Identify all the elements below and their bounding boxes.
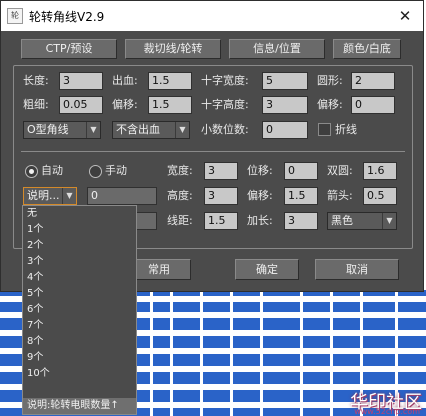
- note-select[interactable]: 说明... ▼: [23, 187, 77, 205]
- chevron-down-icon: ▼: [382, 213, 396, 229]
- line-spacing-label: 线距:: [167, 214, 193, 227]
- width-field[interactable]: 3: [204, 162, 238, 180]
- chevron-down-icon: ▼: [62, 188, 76, 204]
- circle-label: 圆形:: [317, 74, 343, 87]
- bleed-mode-select[interactable]: 不含出血 ▼: [112, 121, 190, 139]
- dropdown-item[interactable]: 2个: [27, 238, 43, 254]
- auto-label: 自动: [41, 164, 63, 177]
- height-field[interactable]: 3: [204, 187, 238, 205]
- bleed-field[interactable]: 1.5: [148, 72, 192, 90]
- offset-label: 偏移:: [112, 98, 138, 111]
- decimals-label: 小数位数:: [201, 123, 249, 136]
- manual-radio[interactable]: [89, 165, 102, 178]
- double-circle-field[interactable]: 1.6: [363, 162, 397, 180]
- tab-cutline-rotation[interactable]: 裁切线/轮转: [125, 39, 221, 59]
- fold-line-label: 折线: [335, 123, 357, 136]
- arrow-field[interactable]: 0.5: [363, 187, 397, 205]
- chevron-down-icon: ▼: [175, 122, 189, 138]
- mode-offset-label: 偏移:: [247, 189, 273, 202]
- dropdown-item[interactable]: 无: [27, 206, 37, 222]
- dropdown-item[interactable]: 1个: [27, 222, 43, 238]
- dropdown-item[interactable]: 9个: [27, 350, 43, 366]
- extend-field[interactable]: 3: [284, 212, 318, 230]
- arrow-label: 箭头:: [327, 189, 353, 202]
- auto-radio[interactable]: [25, 165, 38, 178]
- dropdown-item[interactable]: 5个: [27, 286, 43, 302]
- cross-height-label: 十字高度:: [201, 98, 249, 111]
- shift-field[interactable]: 0: [284, 162, 318, 180]
- tab-ctp-preset[interactable]: CTP/预设: [21, 39, 117, 59]
- dropdown-item[interactable]: 7个: [27, 318, 43, 334]
- decimals-field[interactable]: 0: [262, 121, 308, 139]
- bleed-mode-value: 不含出血: [116, 123, 160, 136]
- line-spacing-field[interactable]: 1.5: [204, 212, 238, 230]
- corner-type-value: O型角线: [27, 123, 69, 136]
- offset2-label: 偏移:: [317, 98, 343, 111]
- offset-field[interactable]: 1.5: [148, 96, 192, 114]
- title-bar[interactable]: 轮 轮转角线V2.9 ✕: [1, 1, 423, 31]
- manual-label: 手动: [105, 164, 127, 177]
- thickness-field[interactable]: 0.05: [59, 96, 103, 114]
- dropdown-footer-note: 说明:轮转电眼数量↑: [23, 398, 136, 414]
- note-dropdown-list: 无 1个 2个 3个 4个 5个 6个 7个 8个 9个 10个 说明:轮转电眼…: [22, 205, 137, 415]
- cross-width-field[interactable]: 5: [262, 72, 308, 90]
- mode-offset-field[interactable]: 1.5: [284, 187, 318, 205]
- cross-width-label: 十字宽度:: [201, 74, 249, 87]
- length-label: 长度:: [23, 74, 49, 87]
- height-label: 高度:: [167, 189, 193, 202]
- note-select-value: 说明...: [27, 189, 60, 202]
- fold-line-checkbox[interactable]: [318, 123, 331, 136]
- shift-label: 位移:: [247, 164, 273, 177]
- width-label: 宽度:: [167, 164, 193, 177]
- close-button[interactable]: ✕: [393, 5, 417, 27]
- watermark-url: www.52cnp.com: [354, 407, 420, 416]
- dropdown-item[interactable]: 4个: [27, 270, 43, 286]
- tab-info-position[interactable]: 信息/位置: [229, 39, 325, 59]
- app-icon: 轮: [7, 8, 23, 24]
- color-select[interactable]: 黑色 ▼: [327, 212, 397, 230]
- offset2-field[interactable]: 0: [351, 96, 395, 114]
- cross-height-field[interactable]: 3: [262, 96, 308, 114]
- divider: [21, 151, 405, 152]
- dropdown-item[interactable]: 10个: [27, 366, 50, 382]
- note-value-field[interactable]: 0: [87, 187, 157, 205]
- cancel-button[interactable]: 取消: [315, 259, 399, 280]
- dropdown-item[interactable]: 8个: [27, 334, 43, 350]
- corner-type-select[interactable]: O型角线 ▼: [23, 121, 101, 139]
- chevron-down-icon: ▼: [86, 122, 100, 138]
- dropdown-item[interactable]: 3个: [27, 254, 43, 270]
- thickness-label: 粗细:: [23, 98, 49, 111]
- ok-button[interactable]: 确定: [235, 259, 299, 280]
- tab-color-white[interactable]: 颜色/白底: [333, 39, 401, 59]
- bleed-label: 出血:: [112, 74, 138, 87]
- extend-label: 加长:: [247, 214, 273, 227]
- dropdown-item[interactable]: 6个: [27, 302, 43, 318]
- circle-field[interactable]: 2: [351, 72, 395, 90]
- length-field[interactable]: 3: [59, 72, 103, 90]
- double-circle-label: 双圆:: [327, 164, 353, 177]
- window-title: 轮转角线V2.9: [29, 10, 105, 24]
- color-select-value: 黑色: [331, 214, 353, 227]
